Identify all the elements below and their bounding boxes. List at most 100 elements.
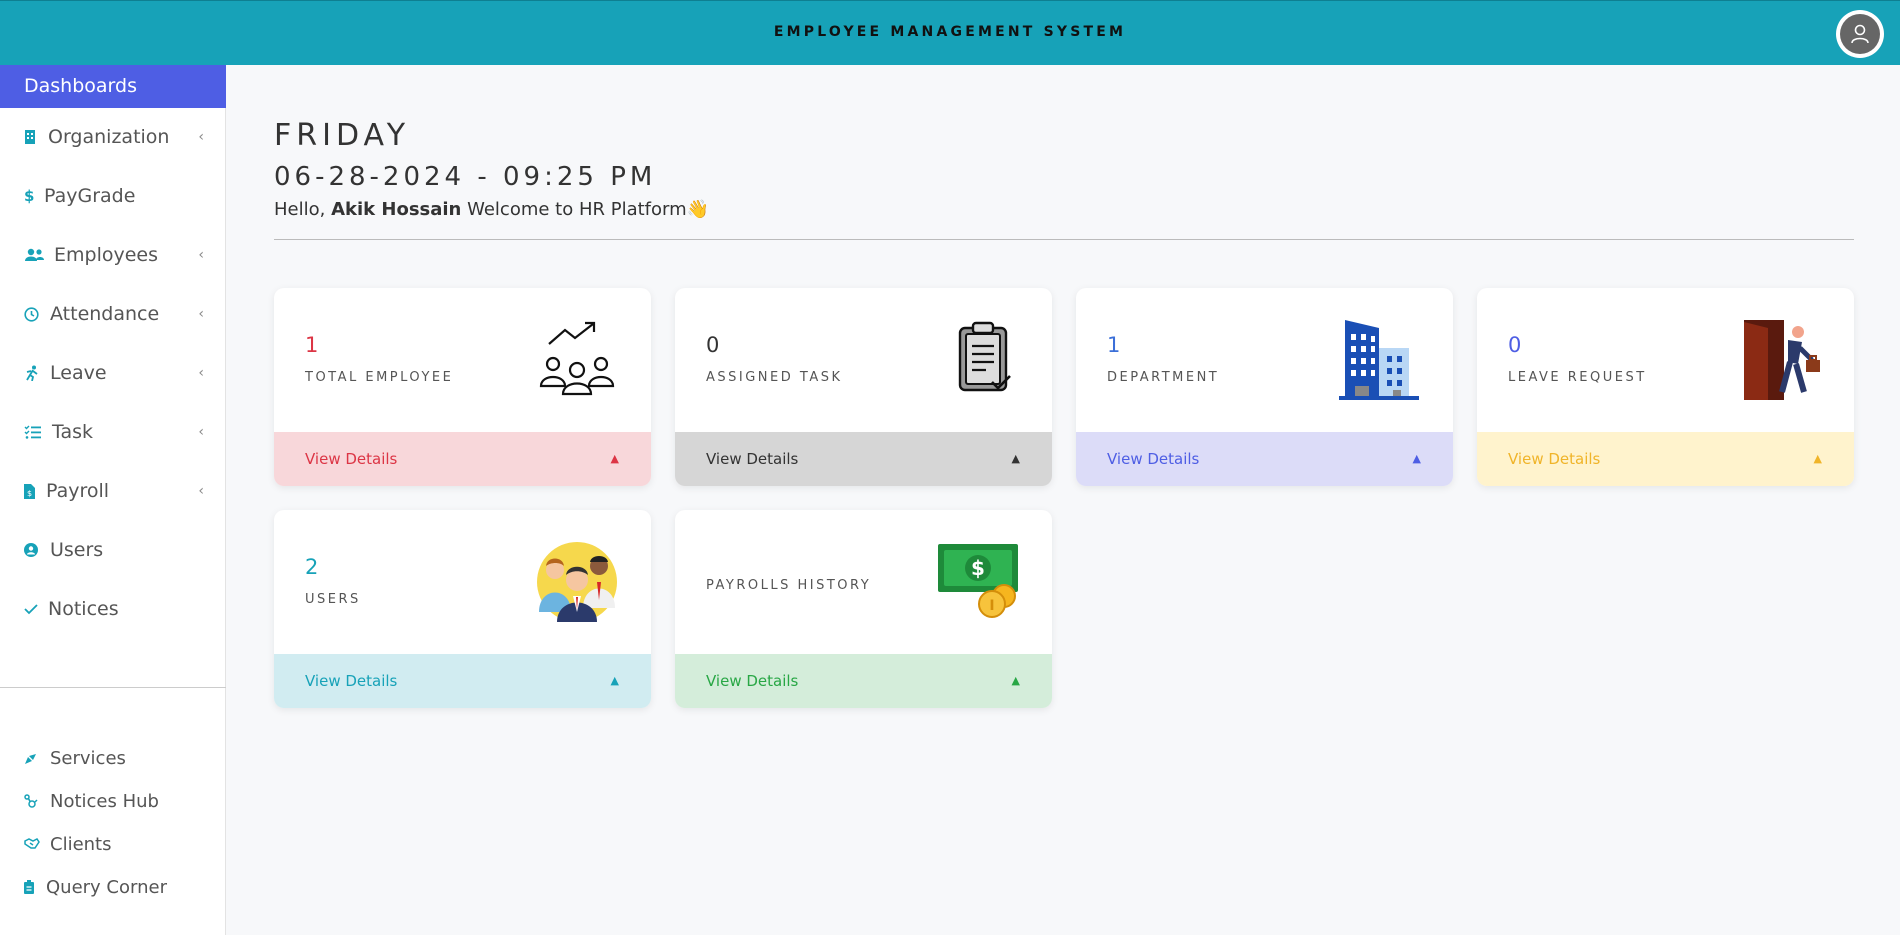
running-person-icon bbox=[24, 365, 46, 381]
clock-icon bbox=[24, 306, 46, 322]
stat-label: DEPARTMENT bbox=[1107, 370, 1220, 385]
pen-icon bbox=[24, 752, 46, 765]
view-details-link[interactable]: View Details ▲ bbox=[274, 654, 651, 708]
office-building-icon bbox=[1337, 320, 1421, 400]
caret-up-icon: ▲ bbox=[1813, 452, 1822, 465]
svg-text:$: $ bbox=[971, 556, 985, 580]
chevron-left-icon: ‹ bbox=[198, 306, 204, 322]
sidebar-item-attendance[interactable]: Attendance ‹ bbox=[0, 294, 226, 334]
user-icon bbox=[1840, 14, 1880, 54]
caret-up-icon: ▲ bbox=[610, 674, 619, 687]
view-details-label: View Details bbox=[706, 450, 799, 468]
chevron-left-icon: ‹ bbox=[198, 365, 204, 381]
sidebar-item-task[interactable]: Task ‹ bbox=[0, 412, 226, 452]
stat-value: 0 bbox=[706, 333, 720, 357]
view-details-label: View Details bbox=[305, 672, 398, 690]
sidebar-item-label: Users bbox=[50, 539, 104, 561]
user-circle-icon bbox=[24, 543, 46, 557]
sidebar-item-dashboards[interactable]: Dashboards bbox=[0, 65, 226, 108]
sidebar-item-paygrade[interactable]: $ PayGrade bbox=[0, 176, 226, 216]
stat-card-department: 1 DEPARTMENT View Details ▲ bbox=[1076, 288, 1453, 486]
chevron-left-icon: ‹ bbox=[198, 247, 204, 263]
clipboard-check-icon bbox=[936, 320, 1020, 400]
sidebar-item-clients[interactable]: Clients bbox=[0, 824, 226, 864]
stat-label: USERS bbox=[305, 592, 361, 607]
sidebar-item-label: Leave bbox=[50, 362, 107, 384]
stat-card-leave-request: 0 LEAVE REQUEST View Details ▲ bbox=[1477, 288, 1854, 486]
sidebar-item-label: Task bbox=[52, 421, 94, 443]
view-details-link[interactable]: View Details ▲ bbox=[675, 432, 1052, 486]
sidebar-item-users[interactable]: Users bbox=[0, 530, 226, 570]
file-dollar-icon: $ bbox=[24, 483, 42, 499]
sidebar: Dashboards Organization ‹ $ PayGrade Emp… bbox=[0, 65, 226, 935]
sidebar-divider bbox=[0, 687, 226, 688]
sidebar-item-leave[interactable]: Leave ‹ bbox=[0, 353, 226, 393]
user-name: Akik Hossain bbox=[331, 199, 462, 220]
stat-card-payrolls-history: PAYROLLS HISTORY $ I View Details ▲ bbox=[675, 510, 1052, 708]
stat-label: ASSIGNED TASK bbox=[706, 370, 843, 385]
users-icon bbox=[24, 248, 50, 262]
sidebar-item-label: Clients bbox=[50, 833, 112, 855]
sidebar-item-label: Organization bbox=[48, 126, 170, 148]
user-avatar[interactable] bbox=[1836, 10, 1884, 58]
view-details-link[interactable]: View Details ▲ bbox=[274, 432, 651, 486]
greeting: Hello, Akik Hossain Welcome to HR Platfo… bbox=[274, 199, 709, 220]
caret-up-icon: ▲ bbox=[610, 452, 619, 465]
view-details-label: View Details bbox=[305, 450, 398, 468]
stat-value: 0 bbox=[1508, 333, 1522, 357]
header-divider bbox=[274, 239, 1854, 240]
exit-door-icon bbox=[1738, 320, 1822, 400]
sidebar-item-label: Services bbox=[50, 747, 126, 769]
stat-label: LEAVE REQUEST bbox=[1508, 370, 1647, 385]
top-bar: EMPLOYEE MANAGEMENT SYSTEM bbox=[0, 0, 1900, 65]
stat-card-assigned-task: 0 ASSIGNED TASK View Details ▲ bbox=[675, 288, 1052, 486]
svg-text:I: I bbox=[989, 598, 994, 614]
stat-value: 2 bbox=[305, 555, 319, 579]
building-icon bbox=[24, 130, 44, 144]
hub-icon bbox=[24, 793, 46, 809]
stat-label: TOTAL EMPLOYEE bbox=[305, 370, 454, 385]
chevron-left-icon: ‹ bbox=[198, 424, 204, 440]
sidebar-item-employees[interactable]: Employees ‹ bbox=[0, 235, 226, 275]
sidebar-item-label: PayGrade bbox=[44, 185, 136, 207]
view-details-link[interactable]: View Details ▲ bbox=[1076, 432, 1453, 486]
view-details-label: View Details bbox=[1107, 450, 1200, 468]
current-datetime: 06-28-2024 - 09:25 PM bbox=[274, 162, 657, 192]
team-growth-icon bbox=[535, 320, 619, 400]
sidebar-item-label: Attendance bbox=[50, 303, 160, 325]
day-of-week: FRIDAY bbox=[274, 118, 411, 153]
sidebar-item-notices-hub[interactable]: Notices Hub bbox=[0, 781, 226, 821]
sidebar-item-payroll[interactable]: $ Payroll ‹ bbox=[0, 471, 226, 511]
chevron-left-icon: ‹ bbox=[198, 483, 204, 499]
caret-up-icon: ▲ bbox=[1011, 674, 1020, 687]
stat-card-users: 2 USERS View Details ▲ bbox=[274, 510, 651, 708]
sidebar-item-query-corner[interactable]: Query Corner bbox=[0, 867, 226, 907]
handshake-icon bbox=[24, 838, 46, 850]
dollar-icon: $ bbox=[24, 187, 35, 205]
caret-up-icon: ▲ bbox=[1011, 452, 1020, 465]
sidebar-item-label: Payroll bbox=[46, 480, 110, 502]
app-title: EMPLOYEE MANAGEMENT SYSTEM bbox=[773, 24, 1127, 40]
sidebar-item-label: Employees bbox=[54, 244, 158, 266]
greeting-suffix: Welcome to HR Platform bbox=[461, 199, 687, 220]
clipboard-icon bbox=[24, 880, 42, 894]
stat-label: PAYROLLS HISTORY bbox=[706, 578, 872, 593]
people-group-icon bbox=[535, 542, 619, 622]
view-details-label: View Details bbox=[1508, 450, 1601, 468]
chevron-left-icon: ‹ bbox=[198, 129, 204, 145]
view-details-link[interactable]: View Details ▲ bbox=[675, 654, 1052, 708]
sidebar-item-notices[interactable]: Notices bbox=[0, 589, 226, 629]
svg-text:$: $ bbox=[27, 489, 32, 498]
caret-up-icon: ▲ bbox=[1412, 452, 1421, 465]
view-details-label: View Details bbox=[706, 672, 799, 690]
view-details-link[interactable]: View Details ▲ bbox=[1477, 432, 1854, 486]
check-icon bbox=[24, 603, 44, 615]
greeting-prefix: Hello, bbox=[274, 199, 332, 220]
stat-card-total-employee: 1 TOTAL EMPLOYEE View Details ▲ bbox=[274, 288, 651, 486]
sidebar-item-organization[interactable]: Organization ‹ bbox=[0, 117, 226, 157]
sidebar-item-label: Notices bbox=[48, 598, 119, 620]
sidebar-item-services[interactable]: Services bbox=[0, 738, 226, 778]
money-coins-icon: $ I bbox=[936, 542, 1020, 622]
sidebar-item-label: Notices Hub bbox=[50, 790, 159, 812]
stat-value: 1 bbox=[305, 333, 319, 357]
